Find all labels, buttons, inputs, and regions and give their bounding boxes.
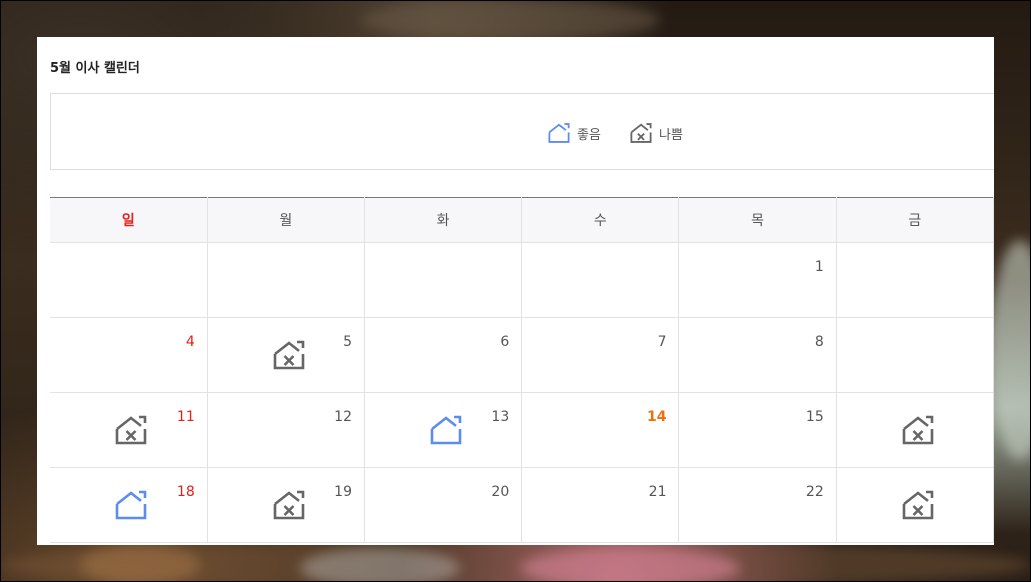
background-blur (520, 548, 740, 582)
calendar-day-cell (364, 242, 523, 318)
weekday-sun: 일 (50, 197, 208, 243)
date-number: 4 (185, 334, 195, 350)
weekday-fri: 금 (836, 197, 994, 243)
legend-bad-label: 나쁨 (659, 127, 683, 143)
house-good-icon (547, 122, 571, 144)
calendar-day-cell[interactable]: 5 (207, 317, 365, 393)
background-blur (80, 545, 200, 582)
calendar-day-cell[interactable]: 20 (364, 467, 523, 543)
house-bad-icon (901, 489, 935, 521)
weekday-wed: 수 (521, 197, 680, 243)
date-number: 8 (814, 334, 824, 350)
calendar-day-cell[interactable]: 19 (207, 467, 365, 543)
today-date-number: 14 (647, 409, 667, 425)
calendar-week-row: 1 (50, 242, 994, 318)
calendar-day-cell[interactable]: 1 (678, 242, 837, 318)
background-blur (360, 0, 660, 40)
date-number: 21 (648, 484, 667, 500)
legend-good: 좋음 (547, 121, 601, 145)
calendar-day-cell[interactable]: 6 (364, 317, 523, 393)
house-bad-icon (114, 414, 148, 446)
background-blur (300, 548, 460, 582)
calendar-week-row: 11 12 13 14 15 (50, 392, 994, 468)
calendar-day-cell[interactable]: 7 (521, 317, 680, 393)
calendar-day-cell[interactable]: 4 (50, 317, 208, 393)
weekday-thu: 목 (678, 197, 837, 243)
date-number: 18 (176, 484, 195, 500)
calendar-week-row: 18 19 20 21 22 (50, 467, 994, 543)
date-number: 22 (805, 484, 824, 500)
date-number: 11 (176, 409, 195, 425)
calendar-day-cell (521, 242, 680, 318)
date-number: 19 (334, 484, 352, 500)
calendar-grid: 일 월 화 수 목 금 1 4 5 6 7 8 11 12 13 14 15 18 19 20 21 22 (50, 197, 994, 543)
calendar-day-cell (836, 317, 994, 393)
date-number: 20 (491, 484, 510, 500)
legend-box: 좋음 나쁨 (50, 93, 994, 170)
calendar-day-cell[interactable]: 8 (678, 317, 837, 393)
calendar-day-cell (836, 467, 994, 543)
house-bad-icon (272, 339, 306, 371)
date-number: 5 (343, 334, 352, 350)
house-good-icon (114, 489, 148, 521)
weekday-tue: 화 (364, 197, 523, 243)
calendar-week-row: 4 5 6 7 8 (50, 317, 994, 393)
calendar-day-cell[interactable]: 18 (50, 467, 208, 543)
date-number: 7 (657, 334, 667, 350)
date-number: 13 (491, 409, 510, 425)
calendar-day-cell[interactable]: 11 (50, 392, 208, 468)
calendar-body: 1 4 5 6 7 8 11 12 13 14 15 18 19 20 21 22 (50, 242, 994, 543)
date-number: 12 (334, 409, 352, 425)
house-bad-icon (901, 414, 935, 446)
calendar-day-cell[interactable]: 22 (678, 467, 837, 543)
legend-good-label: 좋음 (577, 127, 601, 143)
weekday-header-row: 일 월 화 수 목 금 (50, 197, 994, 243)
date-number: 1 (814, 259, 824, 275)
date-number: 6 (500, 334, 510, 350)
calendar-title: 5월 이사 캘린더 (50, 61, 140, 76)
house-good-icon (429, 414, 463, 446)
legend-bad: 나쁨 (629, 121, 683, 145)
moving-calendar-panel: 5월 이사 캘린더 좋음 나쁨 일 월 화 수 목 금 1 4 5 6 7 8 … (37, 37, 994, 545)
calendar-day-cell[interactable]: 21 (521, 467, 680, 543)
house-bad-icon (629, 122, 653, 144)
calendar-day-cell (207, 242, 365, 318)
calendar-day-cell[interactable]: 14 (521, 392, 680, 468)
calendar-day-cell (836, 242, 994, 318)
calendar-day-cell[interactable]: 13 (364, 392, 523, 468)
calendar-day-cell (836, 392, 994, 468)
calendar-day-cell (50, 242, 208, 318)
house-bad-icon (272, 489, 306, 521)
date-number: 15 (805, 409, 824, 425)
calendar-day-cell[interactable]: 15 (678, 392, 837, 468)
background-blur (990, 240, 1031, 460)
calendar-day-cell[interactable]: 12 (207, 392, 365, 468)
weekday-mon: 월 (207, 197, 365, 243)
